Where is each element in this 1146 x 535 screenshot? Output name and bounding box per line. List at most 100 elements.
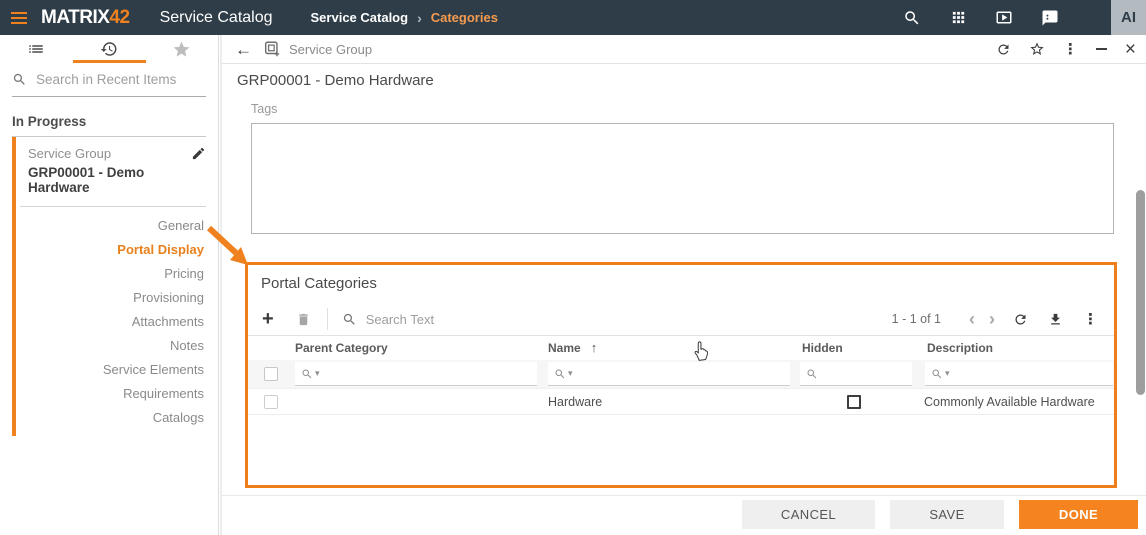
export-download-icon[interactable] — [1048, 312, 1063, 327]
hamburger-menu-icon[interactable] — [11, 11, 27, 24]
active-record-zone: Service Group GRP00001 - Demo Hardware G… — [12, 137, 218, 436]
sidebar-item-requirements[interactable]: Requirements — [16, 382, 218, 406]
record-type: Service Group — [28, 146, 112, 161]
tags-label: Tags — [251, 102, 278, 116]
toolbar-divider — [326, 308, 328, 330]
footer-divider — [222, 495, 1146, 496]
filter-search-icon — [555, 368, 565, 378]
filter-hidden[interactable] — [800, 362, 912, 386]
grid-toolbar: + 1 - 1 of 1 ‹ › — [248, 303, 1114, 336]
favorite-star-icon[interactable] — [1029, 41, 1045, 57]
column-header-description[interactable]: Description — [927, 336, 993, 360]
page-title: GRP00001 - Demo Hardware — [237, 72, 434, 89]
previous-page-icon[interactable]: ‹ — [969, 310, 975, 328]
record-section-nav: General Portal Display Pricing Provision… — [16, 207, 218, 436]
tab-favorites[interactable] — [145, 35, 218, 63]
topbar-actions: AI — [903, 0, 1146, 35]
top-bar: MATRIX42 Service Catalog Service Catalog… — [0, 0, 1146, 35]
save-button[interactable]: SAVE — [890, 500, 1004, 529]
sidebar-item-catalogs[interactable]: Catalogs — [16, 406, 218, 430]
sidebar-item-pricing[interactable]: Pricing — [16, 262, 218, 286]
select-all-checkbox[interactable] — [264, 367, 278, 381]
minimize-icon[interactable] — [1095, 48, 1107, 50]
portal-categories-section: Portal Categories + 1 - 1 of 1 ‹ › — [245, 262, 1117, 488]
done-button[interactable]: DONE — [1019, 500, 1138, 529]
grid-search-input[interactable] — [365, 311, 566, 327]
breadcrumb: Service Catalog › Categories — [311, 10, 498, 26]
video-tutorials-icon[interactable] — [995, 9, 1013, 27]
hidden-checkbox[interactable] — [847, 395, 861, 409]
portal-categories-title: Portal Categories — [261, 275, 377, 292]
column-header-hidden[interactable]: Hidden — [802, 336, 843, 360]
dialog-header: ← Service Group ⋮ × — [222, 35, 1146, 64]
breadcrumb-separator-icon: › — [417, 9, 422, 26]
sidebar-tabs — [0, 35, 218, 63]
filter-caret-icon: ▾ — [568, 368, 573, 378]
table-filter-row: ▾ ▾ ▾ — [248, 360, 1114, 388]
filter-caret-icon: ▾ — [945, 368, 950, 378]
matrix42-logo[interactable]: MATRIX42 — [41, 7, 130, 29]
record-title: GRP00001 - Demo Hardware — [28, 165, 145, 195]
row-checkbox[interactable] — [264, 395, 278, 409]
logo-text: MATRIX — [41, 6, 110, 28]
dialog-object-type: Service Group — [289, 41, 373, 57]
filter-name[interactable]: ▾ — [548, 362, 790, 386]
refresh-icon[interactable] — [996, 42, 1011, 57]
chat-support-icon[interactable] — [1041, 9, 1059, 27]
grid-more-options-icon[interactable]: ⋮ — [1083, 310, 1098, 328]
edit-icon[interactable] — [191, 146, 206, 166]
tab-recent-items[interactable] — [73, 35, 146, 63]
in-progress-heading: In Progress — [12, 114, 206, 137]
tab-navigation-list[interactable] — [0, 35, 73, 63]
column-header-name[interactable]: Name ↑ — [548, 336, 597, 360]
sidebar: In Progress Service Group GRP00001 - Dem… — [0, 35, 219, 535]
sidebar-item-service-elements[interactable]: Service Elements — [16, 358, 218, 382]
table-header-row: Parent Category Name ↑ Hidden Description — [248, 336, 1114, 360]
filter-search-icon — [807, 368, 817, 378]
vertical-scrollbar[interactable] — [1136, 190, 1145, 395]
dialog-header-actions: ⋮ × — [996, 40, 1136, 59]
sidebar-item-provisioning[interactable]: Provisioning — [16, 286, 218, 310]
logo-accent-text: 42 — [109, 6, 130, 28]
close-icon[interactable]: × — [1125, 40, 1136, 59]
app-window: MATRIX42 Service Catalog Service Catalog… — [0, 0, 1146, 535]
sidebar-item-general[interactable]: General — [16, 214, 218, 238]
delete-icon[interactable] — [296, 312, 311, 327]
pagination-range: 1 - 1 of 1 — [891, 312, 941, 326]
active-tab-indicator — [73, 60, 146, 63]
breadcrumb-root[interactable]: Service Catalog — [311, 10, 409, 25]
grid-search-icon — [342, 312, 357, 327]
add-icon[interactable]: + — [262, 309, 274, 329]
filter-search-icon — [302, 368, 312, 378]
column-header-parent-category[interactable]: Parent Category — [295, 336, 388, 360]
back-icon[interactable]: ← — [235, 41, 252, 58]
cancel-button[interactable]: CANCEL — [742, 500, 875, 529]
next-page-icon[interactable]: › — [989, 310, 995, 328]
sidebar-item-attachments[interactable]: Attachments — [16, 310, 218, 334]
sort-ascending-icon: ↑ — [590, 340, 598, 355]
filter-caret-icon: ▾ — [315, 368, 320, 378]
recent-items-search[interactable] — [12, 72, 206, 97]
table-row[interactable]: Hardware Commonly Available Hardware — [248, 388, 1114, 415]
service-group-object-icon — [263, 40, 281, 58]
main-panel: ← Service Group ⋮ × GRP00001 - Demo Hard… — [222, 35, 1146, 535]
grid-toolbar-right: 1 - 1 of 1 ‹ › ⋮ — [892, 310, 1098, 328]
breadcrumb-current[interactable]: Categories — [431, 10, 498, 25]
active-record[interactable]: Service Group GRP00001 - Demo Hardware — [16, 137, 218, 203]
filter-search-icon — [932, 368, 942, 378]
grid-refresh-icon[interactable] — [1013, 312, 1028, 327]
search-input[interactable] — [36, 72, 196, 87]
dialog-footer: CANCEL SAVE DONE — [222, 500, 1138, 529]
filter-parent-category[interactable]: ▾ — [295, 362, 537, 386]
apps-grid-icon[interactable] — [949, 9, 967, 27]
sidebar-item-notes[interactable]: Notes — [16, 334, 218, 358]
sidebar-item-portal-display[interactable]: Portal Display — [16, 238, 218, 262]
filter-description[interactable]: ▾ — [925, 362, 1113, 386]
app-title: Service Catalog — [159, 8, 273, 26]
search-icon — [13, 73, 25, 85]
cell-name: Hardware — [548, 395, 603, 409]
user-avatar[interactable]: AI — [1111, 0, 1146, 35]
more-options-icon[interactable]: ⋮ — [1063, 40, 1078, 58]
global-search-icon[interactable] — [903, 9, 921, 27]
tags-field[interactable] — [251, 123, 1114, 234]
